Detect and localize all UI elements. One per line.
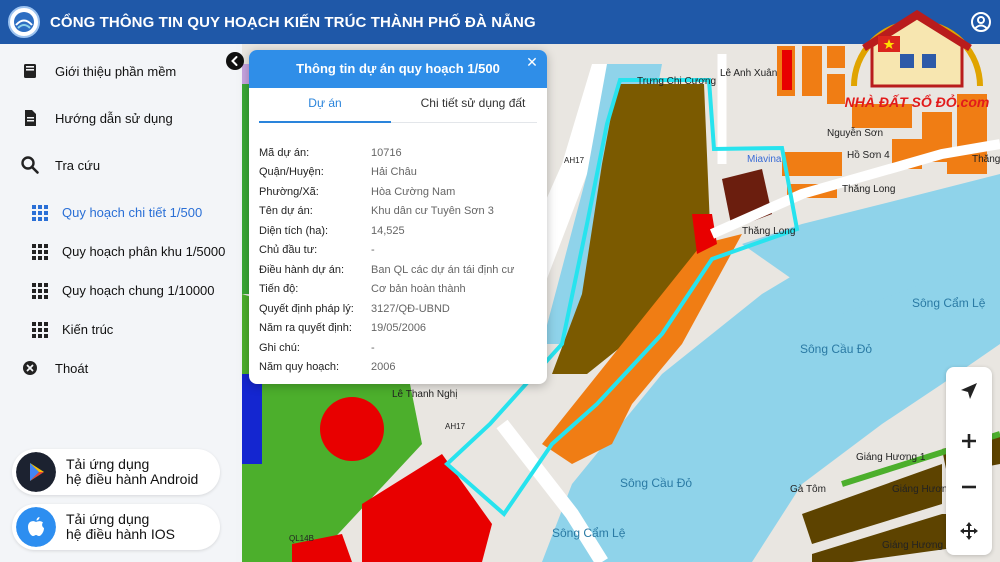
sidebar: Giới thiệu phần mềm Hướng dẫn sử dụng Tr… bbox=[0, 44, 236, 562]
grid-icon bbox=[32, 244, 48, 260]
ios-app-text: Tải ứng dụng hệ điều hành IOS bbox=[66, 512, 175, 542]
book-icon bbox=[24, 64, 36, 78]
red-lot-right bbox=[782, 50, 792, 90]
chevron-left-icon bbox=[231, 56, 238, 66]
app-line-1: Tải ứng dụng bbox=[66, 511, 150, 527]
watermark-text: NHÀ ĐẤT SỔ ĐỎ.com bbox=[844, 94, 990, 110]
app-line-2: hệ điều hành IOS bbox=[66, 526, 175, 542]
close-icon[interactable]: ✕ bbox=[523, 53, 541, 71]
tab-project[interactable]: Dự án bbox=[259, 96, 391, 122]
map-label: Thăng Long bbox=[742, 226, 796, 237]
move-icon[interactable] bbox=[957, 519, 981, 543]
info-value: Cơ bản hoàn thành bbox=[371, 283, 466, 295]
menu-item-exit[interactable]: Thoát bbox=[0, 350, 236, 386]
info-value: Ban QL các dự án tái định cư bbox=[371, 264, 515, 276]
menu-item-guide[interactable]: Hướng dẫn sử dụng bbox=[0, 100, 236, 136]
menu-item-label: Thoát bbox=[55, 360, 89, 376]
apple-icon bbox=[16, 507, 56, 547]
city-logo[interactable] bbox=[8, 6, 40, 38]
tab-active-indicator bbox=[259, 121, 391, 123]
info-value: - bbox=[371, 342, 375, 354]
info-label: Mã dự án: bbox=[259, 147, 310, 159]
info-value: 19/05/2006 bbox=[371, 322, 427, 334]
app-line-1: Tải ứng dụng bbox=[66, 456, 150, 472]
submenu-label: Quy hoạch chung 1/10000 bbox=[62, 282, 215, 298]
collapse-sidebar-button[interactable] bbox=[226, 52, 244, 70]
map-label: Giáng Hương 8 bbox=[882, 540, 952, 551]
submenu-label: Kiến trúc bbox=[62, 321, 114, 337]
info-value: - bbox=[371, 244, 375, 256]
ios-app-button[interactable]: Tải ứng dụng hệ điều hành IOS bbox=[12, 504, 220, 550]
submenu-label: Quy hoạch phân khu 1/5000 bbox=[62, 243, 226, 259]
info-label: Tên dự án: bbox=[259, 205, 313, 217]
river-label: Sông Cầu Đỏ bbox=[620, 476, 693, 490]
document-icon bbox=[25, 110, 36, 126]
search-icon bbox=[21, 156, 39, 174]
locate-icon[interactable] bbox=[957, 379, 981, 403]
info-value: 14,525 bbox=[371, 225, 405, 237]
grid-icon bbox=[32, 322, 48, 338]
info-label: Quyết định pháp lý: bbox=[259, 303, 354, 315]
map-label: AH17 bbox=[564, 156, 585, 165]
close-circle-icon bbox=[23, 361, 37, 375]
popup-title: Thông tin dự án quy hoạch 1/500 bbox=[249, 50, 547, 88]
android-app-button[interactable]: Tải ứng dụng hệ điều hành Android bbox=[12, 449, 220, 495]
map-label: Thăng Long bbox=[842, 184, 896, 195]
watermark-logo: NHÀ ĐẤT SỔ ĐỎ.com bbox=[842, 6, 992, 126]
map-label: AH17 bbox=[445, 422, 466, 431]
map-label: QL14B bbox=[289, 534, 314, 543]
map-label: Trưng Chi Cương bbox=[637, 76, 717, 87]
submenu-label: Quy hoạch chi tiết 1/500 bbox=[62, 204, 203, 220]
android-app-text: Tải ứng dụng hệ điều hành Android bbox=[66, 457, 198, 487]
house-logo-icon bbox=[851, 9, 983, 88]
info-value: Hải Châu bbox=[371, 166, 417, 178]
submenu-general-plan-1-10000[interactable]: Quy hoạch chung 1/10000 bbox=[0, 272, 236, 308]
river-label: Sông Cầu Đỏ bbox=[800, 342, 873, 356]
project-info-popup: Thông tin dự án quy hoạch 1/500 ✕ Dự án … bbox=[249, 50, 547, 384]
menu-item-label: Giới thiệu phần mềm bbox=[55, 63, 177, 79]
river-label: Sông Cẩm Lệ bbox=[552, 526, 626, 540]
submenu-detail-plan-1-500[interactable]: Quy hoạch chi tiết 1/500 bbox=[0, 194, 236, 230]
map-label: Lê Thanh Nghị bbox=[392, 389, 458, 400]
info-label: Quận/Huyện: bbox=[259, 166, 324, 178]
grid-icon bbox=[32, 205, 48, 221]
info-label: Diện tích (ha): bbox=[259, 225, 329, 237]
menu-item-label: Hướng dẫn sử dụng bbox=[55, 110, 173, 126]
info-label: Chủ đầu tư: bbox=[259, 244, 318, 256]
info-value: Khu dân cư Tuyên Sơn 3 bbox=[371, 205, 494, 217]
map-label: Gà Tôm bbox=[790, 484, 826, 495]
menu-item-intro[interactable]: Giới thiệu phần mềm bbox=[0, 53, 236, 89]
submenu-zoning-plan-1-5000[interactable]: Quy hoạch phân khu 1/5000 bbox=[0, 233, 236, 269]
app-line-2: hệ điều hành Android bbox=[66, 471, 199, 487]
info-value: 10716 bbox=[371, 147, 402, 159]
submenu-architecture[interactable]: Kiến trúc bbox=[0, 311, 236, 347]
map-label: Hồ Sơn 4 bbox=[847, 150, 890, 161]
google-play-icon bbox=[16, 452, 56, 492]
red-lot-circle bbox=[320, 397, 384, 461]
river-label: Sông Cẩm Lệ bbox=[912, 296, 986, 310]
info-value: 2006 bbox=[371, 361, 396, 373]
tab-land-use-details[interactable]: Chi tiết sử dụng đất bbox=[409, 96, 537, 122]
info-label: Điều hành dự án: bbox=[259, 264, 345, 276]
menu-item-label: Tra cứu bbox=[55, 157, 101, 173]
info-label: Phường/Xã: bbox=[259, 186, 319, 198]
zoom-in-icon[interactable] bbox=[957, 429, 981, 453]
header-title: CỔNG THÔNG TIN QUY HOẠCH KIẾN TRÚC THÀNH… bbox=[50, 13, 536, 31]
zoom-out-icon[interactable] bbox=[957, 475, 981, 499]
map-controls bbox=[946, 367, 992, 555]
map-label: Lê Anh Xuân bbox=[720, 68, 778, 79]
info-label: Năm ra quyết định: bbox=[259, 322, 352, 334]
map-label: Giáng Hương 1 bbox=[856, 452, 926, 463]
info-value: Hòa Cường Nam bbox=[371, 186, 456, 198]
map-label: Miavina bbox=[747, 154, 782, 165]
info-label: Tiến độ: bbox=[259, 283, 299, 295]
grid-icon bbox=[32, 283, 48, 299]
info-label: Năm quy hoạch: bbox=[259, 361, 340, 373]
info-value: 3127/QĐ-UBND bbox=[371, 303, 450, 315]
menu-item-lookup[interactable]: Tra cứu bbox=[0, 147, 236, 183]
blue-lot bbox=[242, 374, 262, 464]
map-label: Thăng bbox=[972, 154, 1000, 165]
info-label: Ghi chú: bbox=[259, 342, 300, 354]
map-label: Nguyễn Sơn bbox=[827, 128, 884, 139]
